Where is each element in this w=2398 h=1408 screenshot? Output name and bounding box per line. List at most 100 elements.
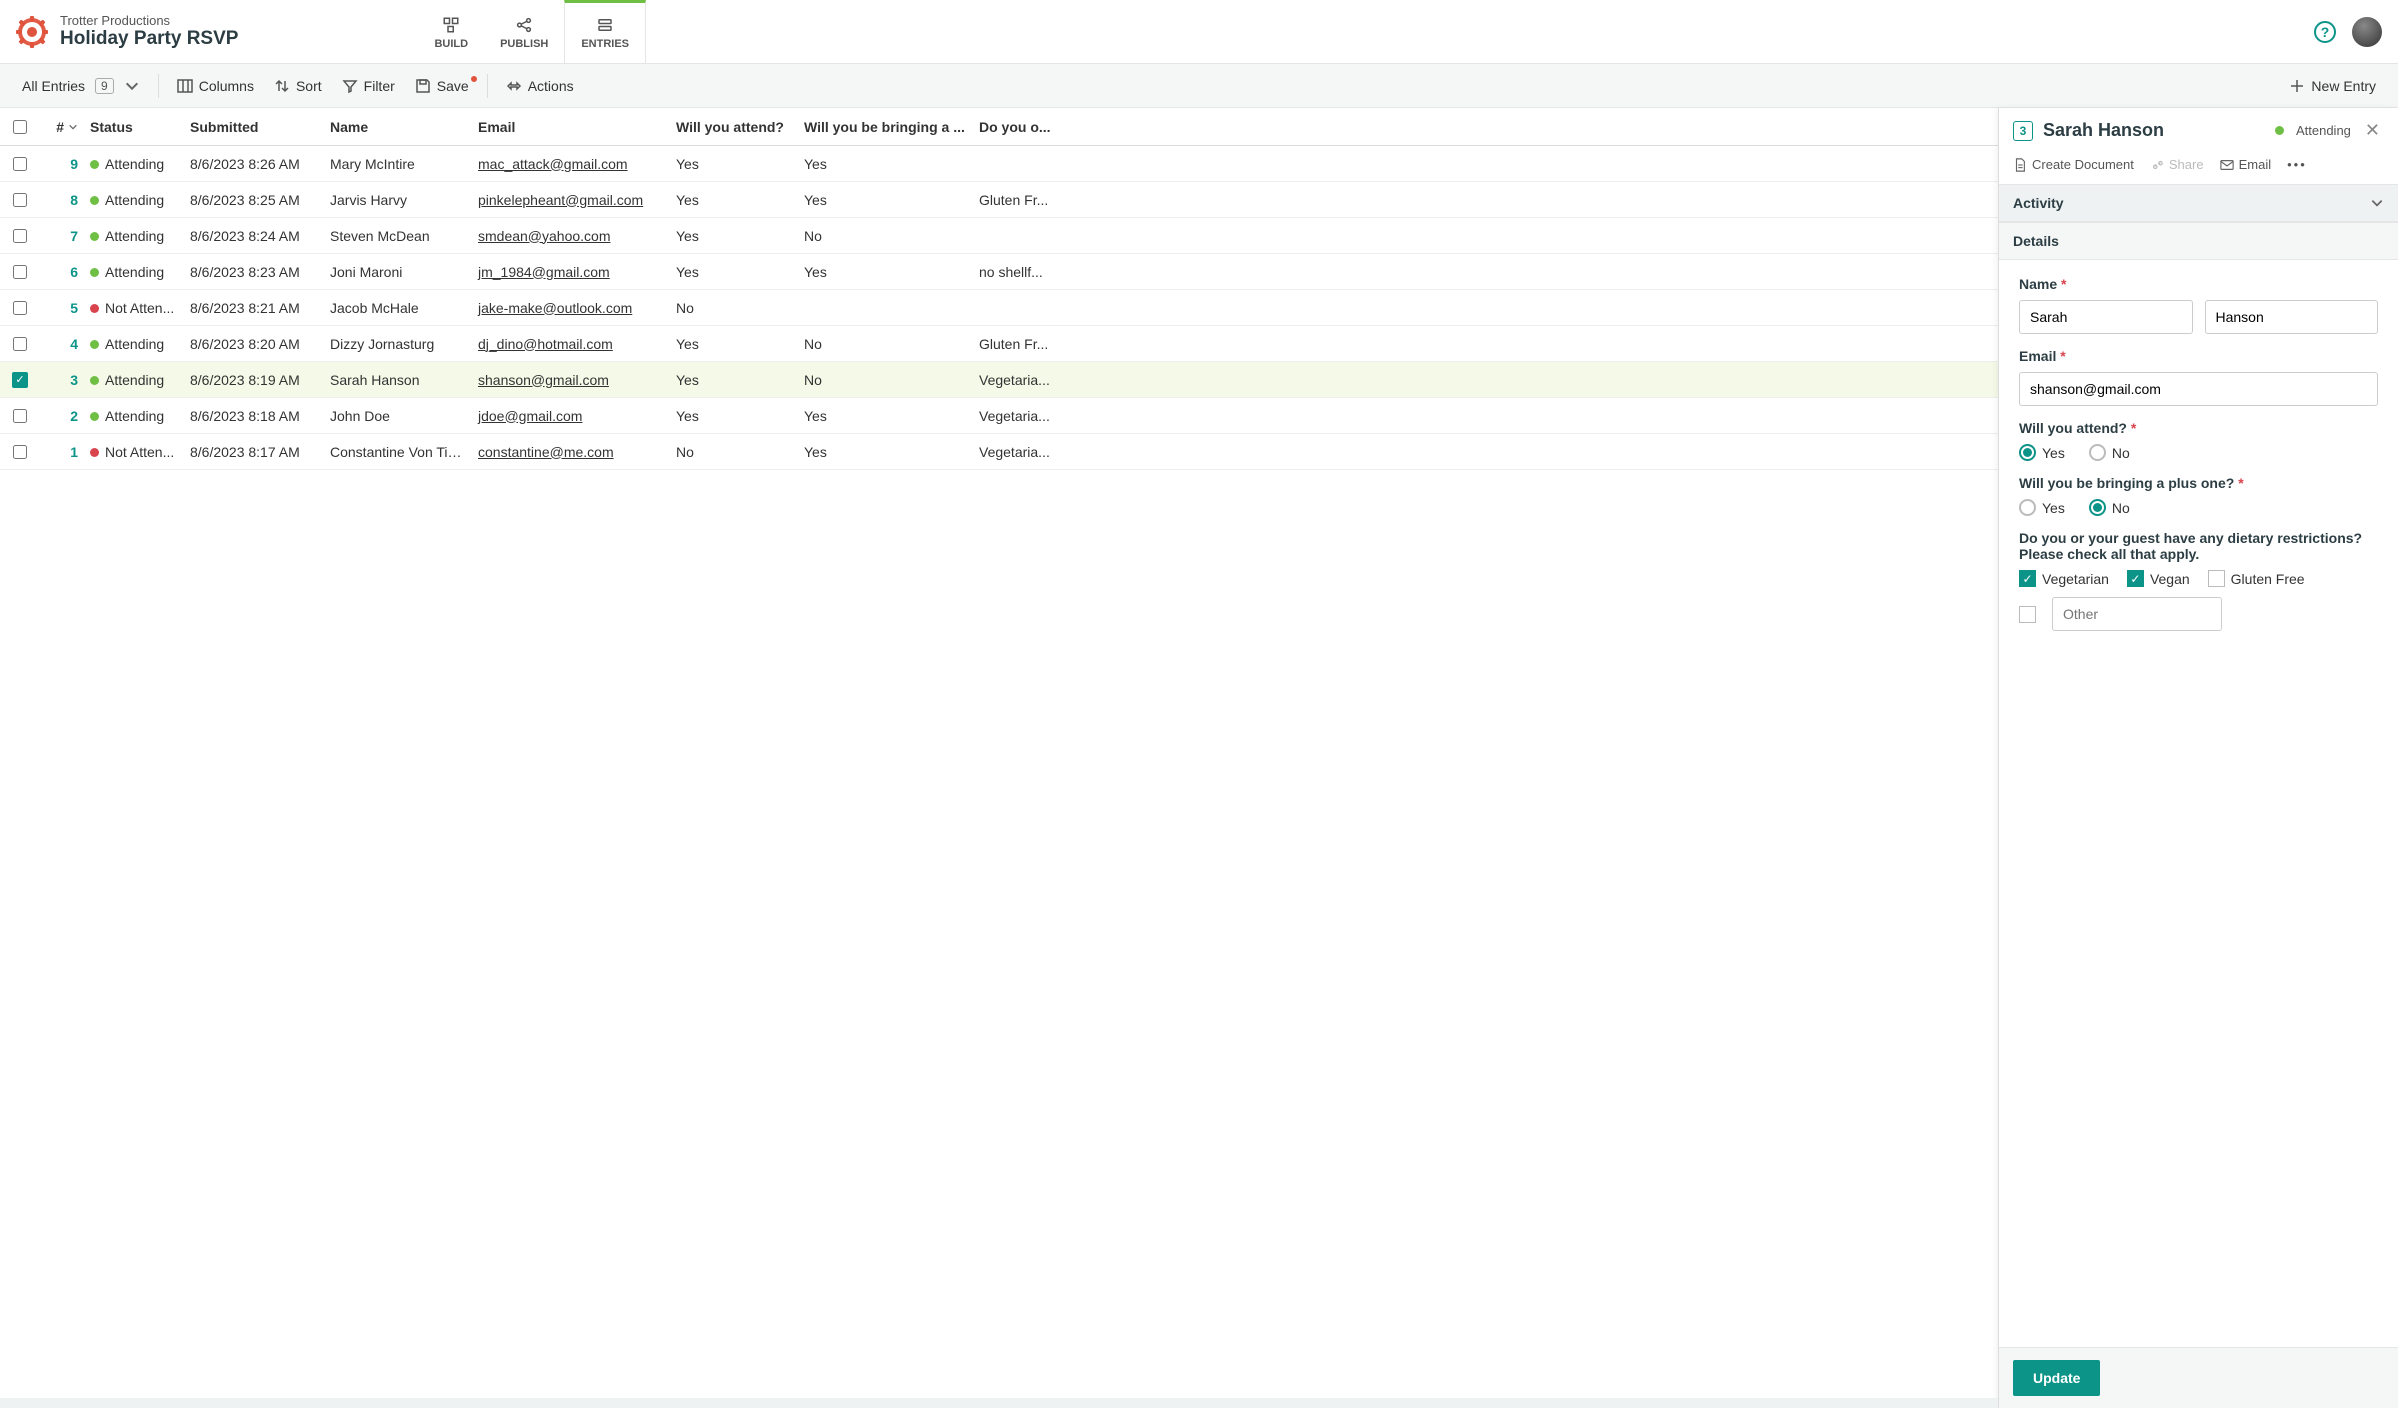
- cognito-logo-icon: [16, 16, 48, 48]
- tab-publish[interactable]: PUBLISH: [484, 0, 564, 63]
- attend-no-radio[interactable]: No: [2089, 444, 2130, 461]
- other-checkbox[interactable]: [2019, 606, 2036, 623]
- filter-label: Filter: [364, 78, 395, 94]
- col-email[interactable]: Email: [472, 119, 670, 135]
- filter-button[interactable]: Filter: [332, 72, 405, 100]
- avatar[interactable]: [2352, 17, 2382, 47]
- activity-section-header[interactable]: Activity: [1999, 184, 2398, 222]
- select-all-checkbox[interactable]: [13, 120, 27, 134]
- row-checkbox[interactable]: [13, 301, 27, 315]
- col-name[interactable]: Name: [324, 119, 472, 135]
- tab-publish-label: PUBLISH: [500, 38, 548, 50]
- col-diet[interactable]: Do you o...: [973, 119, 1153, 135]
- row-number: 8: [40, 192, 84, 208]
- row-attend: Yes: [670, 156, 798, 172]
- tab-entries[interactable]: ENTRIES: [564, 0, 646, 63]
- all-entries-dropdown[interactable]: All Entries 9: [12, 72, 150, 100]
- status-dot-icon: [90, 304, 99, 313]
- col-attend[interactable]: Will you attend?: [670, 119, 798, 135]
- org-name: Trotter Productions: [60, 13, 238, 28]
- update-button[interactable]: Update: [2013, 1360, 2100, 1396]
- email-label: Email *: [2019, 348, 2378, 364]
- row-submitted: 8/6/2023 8:19 AM: [184, 372, 324, 388]
- row-plusone: No: [798, 228, 973, 244]
- save-button[interactable]: Save: [405, 72, 479, 100]
- row-name: Mary McIntire: [324, 156, 472, 172]
- share-icon: [2150, 158, 2164, 172]
- row-dietary: Gluten Fr...: [973, 336, 1153, 352]
- row-number: 2: [40, 408, 84, 424]
- plusone-no-radio[interactable]: No: [2089, 499, 2130, 516]
- entry-detail-panel: 3 Sarah Hanson Attending ✕ Create Docume…: [1998, 108, 2398, 1408]
- col-submitted[interactable]: Submitted: [184, 119, 324, 135]
- row-checkbox[interactable]: [13, 337, 27, 351]
- row-status: Attending: [84, 336, 184, 352]
- row-attend: Yes: [670, 264, 798, 280]
- col-num[interactable]: #: [40, 119, 84, 135]
- status-dot-icon: [90, 196, 99, 205]
- other-input[interactable]: [2052, 597, 2222, 631]
- chevron-down-icon: [2370, 196, 2384, 210]
- sort-button[interactable]: Sort: [264, 72, 332, 100]
- row-email-link[interactable]: jm_1984@gmail.com: [478, 264, 610, 280]
- row-email-link[interactable]: pinkelepheant@gmail.com: [478, 192, 643, 208]
- row-plusone: Yes: [798, 264, 973, 280]
- attend-yes-radio[interactable]: Yes: [2019, 444, 2065, 461]
- filter-icon: [342, 78, 358, 94]
- row-number: 6: [40, 264, 84, 280]
- row-checkbox[interactable]: [13, 265, 27, 279]
- row-email-link[interactable]: constantine@me.com: [478, 444, 614, 460]
- share-action[interactable]: Share: [2150, 157, 2204, 172]
- tab-entries-label: ENTRIES: [581, 38, 629, 50]
- row-number: 7: [40, 228, 84, 244]
- row-submitted: 8/6/2023 8:24 AM: [184, 228, 324, 244]
- row-attend: Yes: [670, 372, 798, 388]
- row-number: 4: [40, 336, 84, 352]
- panel-title: Sarah Hanson: [2043, 120, 2265, 141]
- panel-status: Attending: [2275, 123, 2351, 138]
- row-plusone: No: [798, 372, 973, 388]
- email-input[interactable]: [2019, 372, 2378, 406]
- actions-label: Actions: [528, 78, 574, 94]
- columns-button[interactable]: Columns: [167, 72, 264, 100]
- last-name-input[interactable]: [2205, 300, 2379, 334]
- col-plus[interactable]: Will you be bringing a ...: [798, 119, 973, 135]
- help-icon[interactable]: ?: [2314, 21, 2336, 43]
- actions-icon: [506, 78, 522, 94]
- row-status: Attending: [84, 228, 184, 244]
- vegetarian-checkbox[interactable]: ✓Vegetarian: [2019, 570, 2109, 587]
- row-dietary: no shellf...: [973, 264, 1153, 280]
- status-dot-icon: [90, 232, 99, 241]
- row-name: Sarah Hanson: [324, 372, 472, 388]
- glutenfree-checkbox[interactable]: Gluten Free: [2208, 570, 2305, 587]
- new-entry-button[interactable]: New Entry: [2279, 72, 2386, 100]
- row-status: Attending: [84, 264, 184, 280]
- row-checkbox[interactable]: [13, 445, 27, 459]
- row-email-link[interactable]: jake-make@outlook.com: [478, 300, 632, 316]
- vegan-checkbox[interactable]: ✓Vegan: [2127, 570, 2190, 587]
- details-section-header: Details: [1999, 222, 2398, 260]
- row-email-link[interactable]: mac_attack@gmail.com: [478, 156, 628, 172]
- row-checkbox[interactable]: [13, 229, 27, 243]
- row-submitted: 8/6/2023 8:23 AM: [184, 264, 324, 280]
- row-email-link[interactable]: jdoe@gmail.com: [478, 408, 582, 424]
- first-name-input[interactable]: [2019, 300, 2193, 334]
- tab-build[interactable]: BUILD: [418, 0, 484, 63]
- close-panel-button[interactable]: ✕: [2361, 120, 2384, 141]
- row-checkbox[interactable]: [13, 409, 27, 423]
- row-checkbox[interactable]: [13, 193, 27, 207]
- col-status[interactable]: Status: [84, 119, 184, 135]
- row-checkbox[interactable]: ✓: [12, 372, 28, 388]
- more-actions-button[interactable]: •••: [2287, 157, 2307, 172]
- row-email-link[interactable]: dj_dino@hotmail.com: [478, 336, 613, 352]
- unsaved-indicator: [471, 76, 477, 82]
- email-action[interactable]: Email: [2220, 157, 2272, 172]
- plusone-yes-radio[interactable]: Yes: [2019, 499, 2065, 516]
- actions-button[interactable]: Actions: [496, 72, 584, 100]
- plus-icon: [2289, 78, 2305, 94]
- row-number: 9: [40, 156, 84, 172]
- row-email-link[interactable]: shanson@gmail.com: [478, 372, 609, 388]
- create-document-action[interactable]: Create Document: [2013, 157, 2134, 172]
- row-email-link[interactable]: smdean@yahoo.com: [478, 228, 611, 244]
- row-checkbox[interactable]: [13, 157, 27, 171]
